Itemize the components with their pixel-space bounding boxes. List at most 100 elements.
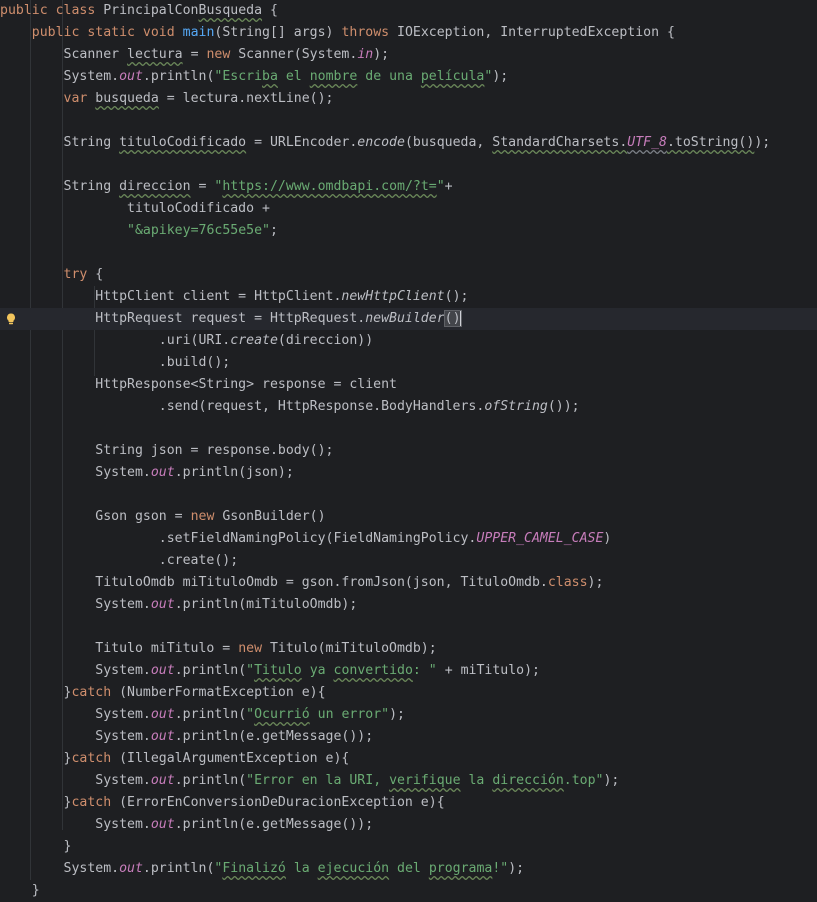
code-line[interactable]: System.out.println("Error en la URI, ver… bbox=[0, 770, 817, 792]
code-token: tituloCodificado bbox=[119, 135, 247, 150]
code-line[interactable]: public static void main(String[] args) t… bbox=[0, 22, 817, 44]
code-token: la bbox=[460, 773, 493, 788]
code-line[interactable]: .create(); bbox=[0, 550, 817, 572]
code-line[interactable]: }catch (NumberFormatException e){ bbox=[0, 682, 817, 704]
code-line[interactable]: HttpResponse<String> response = client bbox=[0, 374, 817, 396]
code-token: out bbox=[150, 465, 175, 480]
code-token: (IllegalArgumentException e){ bbox=[119, 751, 350, 766]
code-token: .println( bbox=[142, 861, 215, 876]
code-line[interactable]: HttpRequest request = HttpRequest.newBui… bbox=[0, 308, 817, 330]
code-token: main bbox=[182, 25, 215, 40]
code-token: } bbox=[0, 839, 72, 854]
code-token: .println( bbox=[174, 663, 247, 678]
code-token: out bbox=[119, 861, 143, 876]
code-token: (NumberFormatException e){ bbox=[119, 685, 326, 700]
code-token: catch bbox=[71, 751, 120, 766]
code-line[interactable] bbox=[0, 110, 817, 132]
code-line[interactable]: .setFieldNamingPolicy(FieldNamingPolicy.… bbox=[0, 528, 817, 550]
code-line[interactable]: System.out.println("Escriba el nombre de… bbox=[0, 66, 817, 88]
code-editor[interactable]: public class PrincipalConBusqueda { publ… bbox=[0, 0, 817, 898]
code-line[interactable] bbox=[0, 484, 817, 506]
code-line[interactable] bbox=[0, 418, 817, 440]
code-line[interactable]: HttpClient client = HttpClient.newHttpCl… bbox=[0, 286, 817, 308]
code-line[interactable]: System.out.println("Ocurrió un error"); bbox=[0, 704, 817, 726]
code-token: try bbox=[0, 267, 96, 282]
code-token: Titulo bbox=[254, 663, 302, 678]
code-token: https://www.omdbapi.com/?t= bbox=[222, 179, 437, 194]
code-line[interactable]: .uri(URI.create(direccion)) bbox=[0, 330, 817, 352]
code-token: Ocurrió bbox=[254, 707, 310, 722]
code-line[interactable]: System.out.println(e.getMessage()); bbox=[0, 726, 817, 748]
code-line[interactable]: System.out.println(e.getMessage()); bbox=[0, 814, 817, 836]
code-line[interactable]: System.out.println(miTituloOmdb); bbox=[0, 594, 817, 616]
code-line[interactable]: String tituloCodificado = URLEncoder.enc… bbox=[0, 132, 817, 154]
code-token: out bbox=[150, 597, 175, 612]
code-token: Gson gson = bbox=[0, 509, 191, 524]
code-line[interactable]: "&apikey=76c55e5e"; bbox=[0, 220, 817, 242]
code-line[interactable]: var busqueda = lectura.nextLine(); bbox=[0, 88, 817, 110]
lightbulb-icon[interactable] bbox=[6, 313, 16, 325]
code-line[interactable] bbox=[0, 616, 817, 638]
code-token: newBuilder bbox=[365, 311, 445, 326]
code-token: GsonBuilder() bbox=[222, 509, 326, 524]
code-token: el bbox=[277, 69, 310, 84]
code-line[interactable]: } bbox=[0, 836, 817, 858]
code-line[interactable]: System.out.println("Finalizó la ejecució… bbox=[0, 858, 817, 880]
code-token: .println( bbox=[174, 773, 247, 788]
code-token: ejecución bbox=[317, 861, 390, 876]
code-line[interactable]: tituloCodificado + bbox=[0, 198, 817, 220]
code-token: .println(json); bbox=[174, 465, 294, 480]
code-token: System. bbox=[0, 707, 151, 722]
code-line[interactable]: public class PrincipalConBusqueda { bbox=[0, 0, 817, 22]
code-token: (String[] args) bbox=[214, 25, 342, 40]
code-line[interactable]: Gson gson = new GsonBuilder() bbox=[0, 506, 817, 528]
code-token: ); bbox=[373, 47, 390, 62]
code-line[interactable]: System.out.println("Titulo ya convertido… bbox=[0, 660, 817, 682]
code-token: direccion bbox=[119, 179, 191, 194]
code-token: encode bbox=[357, 135, 405, 150]
code-token: .println(e.getMessage()); bbox=[174, 729, 374, 744]
code-token: .setFieldNamingPolicy(FieldNamingPolicy. bbox=[0, 531, 477, 546]
code-token: ba bbox=[262, 69, 278, 84]
code-line[interactable]: Scanner lectura = new Scanner(System.in)… bbox=[0, 44, 817, 66]
code-token: System. bbox=[0, 663, 151, 678]
code-line[interactable]: System.out.println(json); bbox=[0, 462, 817, 484]
code-line[interactable]: .build(); bbox=[0, 352, 817, 374]
code-token: (ErrorEnConversionDeDuracionException e)… bbox=[119, 795, 445, 810]
code-token: !" bbox=[492, 861, 509, 876]
code-token: ; bbox=[269, 223, 278, 238]
code-line[interactable]: String direccion = "https://www.omdbapi.… bbox=[0, 176, 817, 198]
code-token: } bbox=[0, 795, 72, 810]
code-token: (); bbox=[444, 289, 469, 304]
code-token: .toString() bbox=[666, 135, 755, 150]
code-token: System. bbox=[0, 817, 151, 832]
code-line[interactable] bbox=[0, 242, 817, 264]
code-token: out bbox=[150, 663, 175, 678]
code-token: " bbox=[246, 663, 255, 678]
code-token: = bbox=[182, 47, 207, 62]
code-line[interactable]: String json = response.body(); bbox=[0, 440, 817, 462]
code-line[interactable] bbox=[0, 154, 817, 176]
code-line[interactable]: try { bbox=[0, 264, 817, 286]
code-line[interactable]: Titulo miTitulo = new Titulo(miTituloOmd… bbox=[0, 638, 817, 660]
code-token: .build(); bbox=[0, 355, 231, 370]
code-line[interactable]: TituloOmdb miTituloOmdb = gson.fromJson(… bbox=[0, 572, 817, 594]
code-token: + bbox=[444, 179, 453, 194]
code-token: programa bbox=[428, 861, 493, 876]
code-line[interactable]: .send(request, HttpResponse.BodyHandlers… bbox=[0, 396, 817, 418]
code-token: "Error en la URI, bbox=[246, 773, 390, 788]
code-token: " bbox=[436, 179, 445, 194]
code-line[interactable]: }catch (ErrorEnConversionDeDuracionExcep… bbox=[0, 792, 817, 814]
code-token: catch bbox=[71, 795, 120, 810]
code-token: lectura bbox=[127, 47, 183, 62]
code-token: System. bbox=[0, 729, 151, 744]
code-token: (busqueda, bbox=[404, 135, 493, 150]
code-line[interactable]: } bbox=[0, 880, 817, 902]
code-token: out bbox=[150, 817, 175, 832]
code-token: película bbox=[420, 69, 485, 84]
code-token: ); bbox=[587, 575, 604, 590]
code-line[interactable]: }catch (IllegalArgumentException e){ bbox=[0, 748, 817, 770]
code-token: TituloOmdb miTituloOmdb = gson.fromJson(… bbox=[0, 575, 548, 590]
code-token: ); bbox=[492, 69, 509, 84]
